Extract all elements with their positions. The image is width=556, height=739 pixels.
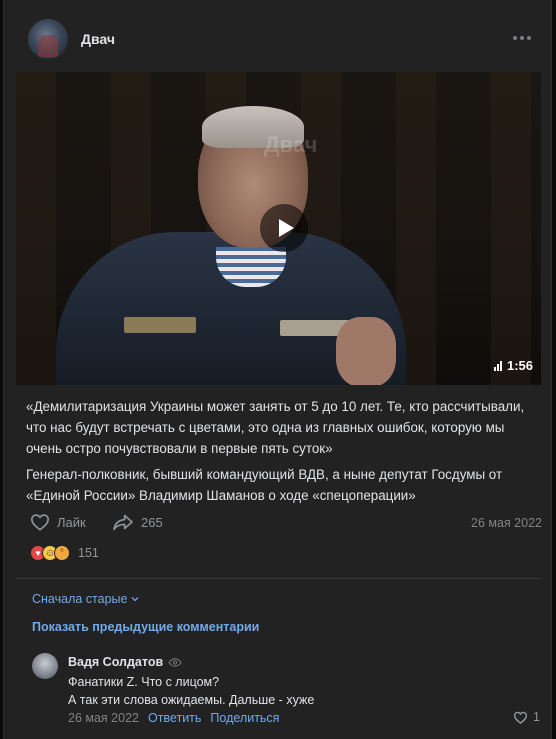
share-button[interactable]: 265 xyxy=(112,513,163,531)
comment-like-button[interactable]: 1 xyxy=(513,710,540,724)
post-quote: «Демилитаризация Украины может занять от… xyxy=(26,399,525,456)
reactions-summary[interactable]: ♥ ☺ ° 151 xyxy=(30,545,99,561)
reply-button[interactable]: Ответить xyxy=(148,711,201,725)
comment-author[interactable]: Вадя Солдатов xyxy=(68,655,182,669)
reactions-count: 151 xyxy=(78,546,99,560)
show-previous-comments-link[interactable]: Показать предыдущие комментарии xyxy=(32,620,259,634)
group-name[interactable]: Двач xyxy=(81,31,115,47)
like-button[interactable]: Лайк xyxy=(30,513,86,531)
comment-meta: 26 мая 2022 Ответить Поделиться xyxy=(68,711,279,725)
post-header: Двач xyxy=(4,0,551,76)
comment-share-button[interactable]: Поделиться xyxy=(210,711,279,725)
comment-author-avatar[interactable] xyxy=(32,653,58,679)
post-card: Двач Двач 1:56 «Демилитаризация Украины … xyxy=(3,0,552,739)
share-arrow-icon xyxy=(113,514,133,531)
group-avatar[interactable] xyxy=(28,19,68,59)
post-caption: Генерал-полковник, бывший командующий ВД… xyxy=(26,467,503,503)
comment-text: Фанатики Z. Что с лицом? А так эти слова… xyxy=(68,675,315,707)
share-count: 265 xyxy=(141,514,163,530)
post-actions: Лайк 265 26 мая 2022 xyxy=(30,513,542,535)
comment: Вадя Солдатов Фанатики Z. Что с лицом? А… xyxy=(28,652,542,732)
chevron-down-icon xyxy=(132,597,139,602)
video-watermark: Двач xyxy=(264,132,318,157)
heart-icon xyxy=(513,711,528,724)
eye-icon xyxy=(168,657,182,667)
divider xyxy=(16,578,541,579)
comment-date[interactable]: 26 мая 2022 xyxy=(68,711,139,725)
post-text: «Демилитаризация Украины может занять от… xyxy=(26,396,536,506)
comment-like-count: 1 xyxy=(533,710,540,724)
post-date[interactable]: 26 мая 2022 xyxy=(471,516,542,530)
more-options-icon[interactable] xyxy=(513,36,531,40)
wow-reaction-icon: ° xyxy=(54,545,70,561)
heart-icon xyxy=(30,514,50,531)
comments-sort-dropdown[interactable]: Сначала старые xyxy=(32,592,139,606)
play-icon[interactable] xyxy=(260,204,308,252)
volume-bars-icon xyxy=(493,360,502,371)
video-duration: 1:56 xyxy=(493,358,533,373)
video-player[interactable]: Двач 1:56 xyxy=(16,72,541,385)
